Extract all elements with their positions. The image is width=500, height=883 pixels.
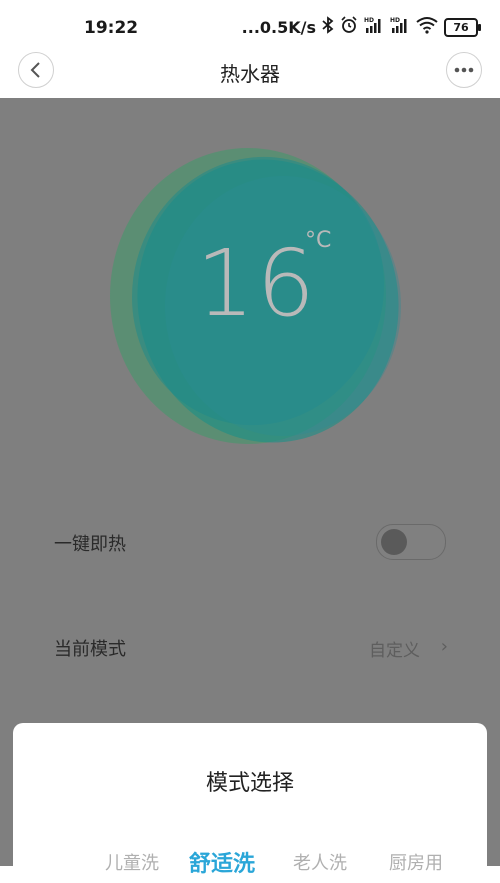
mode-options: 儿童洗 舒适洗 老人洗 厨房用 bbox=[13, 849, 487, 879]
app-header: 热水器 bbox=[0, 52, 500, 98]
current-mode-label: 当前模式 bbox=[54, 639, 126, 660]
quick-heat-toggle[interactable] bbox=[376, 524, 446, 560]
page-title: 热水器 bbox=[220, 62, 280, 86]
status-time: 19:22 bbox=[84, 18, 139, 38]
temperature-value: 16 bbox=[196, 230, 318, 337]
battery-icon: 76 bbox=[444, 17, 481, 37]
mode-option-kitchen[interactable]: 厨房用 bbox=[389, 849, 443, 875]
status-indicators: ...0.5K/s HD HD 76 bbox=[241, 16, 481, 38]
network-speed: ...0.5K/s bbox=[241, 17, 316, 37]
svg-text:HD: HD bbox=[390, 17, 400, 24]
mode-option-comfort[interactable]: 舒适洗 bbox=[189, 846, 255, 878]
wifi-icon bbox=[416, 16, 438, 38]
quick-heat-label: 一键即热 bbox=[54, 534, 126, 555]
bluetooth-icon bbox=[322, 16, 334, 38]
status-bar: 19:22 ...0.5K/s HD HD 76 bbox=[0, 0, 500, 52]
toggle-knob bbox=[381, 529, 407, 555]
temperature-unit: °C bbox=[305, 228, 332, 253]
more-dots-icon bbox=[454, 67, 474, 73]
svg-text:HD: HD bbox=[364, 17, 374, 24]
mode-option-child[interactable]: 儿童洗 bbox=[105, 849, 159, 875]
alarm-icon bbox=[340, 16, 358, 38]
mode-option-elderly[interactable]: 老人洗 bbox=[293, 849, 347, 875]
chevron-right-icon[interactable]: › bbox=[441, 636, 448, 657]
mode-select-sheet: 模式选择 儿童洗 舒适洗 老人洗 厨房用 bbox=[13, 723, 487, 883]
signal-hd-icon: HD bbox=[390, 16, 410, 38]
more-button[interactable] bbox=[446, 52, 482, 88]
current-mode-value[interactable]: 自定义 bbox=[369, 636, 420, 661]
sheet-title: 模式选择 bbox=[205, 771, 294, 796]
signal-hd-icon: HD bbox=[364, 16, 384, 38]
